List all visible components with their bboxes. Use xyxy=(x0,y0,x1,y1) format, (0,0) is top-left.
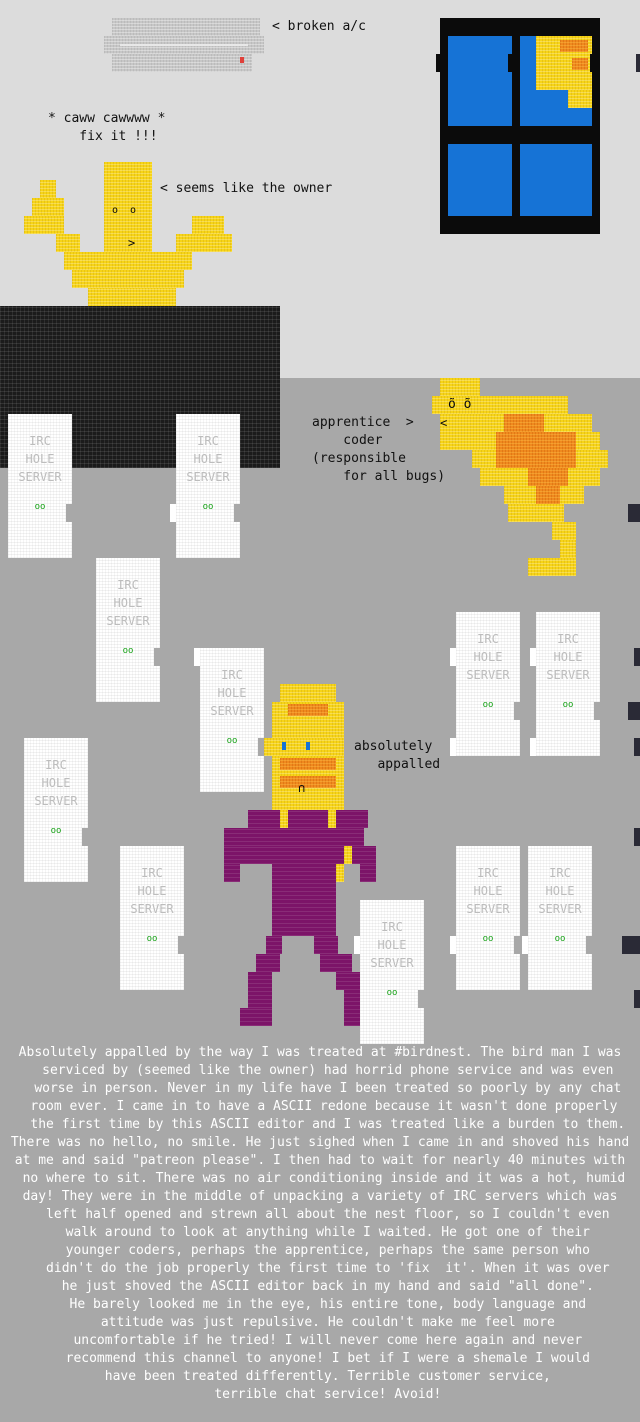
irc-server: IRC HOLE SERVER oo xyxy=(522,846,592,990)
server-led: oo xyxy=(50,826,62,836)
irc-server: IRC HOLE SERVER oo xyxy=(530,612,600,756)
window-pane-bottom-left xyxy=(448,144,512,216)
server-led: oo xyxy=(482,700,494,710)
irc-server: IRC HOLE SERVER oo xyxy=(24,738,88,882)
window-pane-bottom-right xyxy=(520,144,592,216)
owner-label: < seems like the owner xyxy=(160,181,333,196)
customer-mouth: ∩ xyxy=(298,781,306,795)
server-label: IRC HOLE SERVER xyxy=(466,866,510,916)
appalled-label: absolutely appalled xyxy=(354,739,441,772)
irc-server: IRC HOLE SERVER oo xyxy=(450,612,520,756)
apprentice-label: apprentice > coder (responsible for all … xyxy=(312,415,446,484)
irc-server: IRC HOLE SERVER oo xyxy=(170,414,240,558)
server-label: IRC HOLE SERVER xyxy=(370,920,414,970)
server-led: oo xyxy=(34,502,46,512)
server-led: oo xyxy=(122,646,134,656)
customer-eye-right xyxy=(306,742,310,750)
review-text: Absolutely appalled by the way I was tre… xyxy=(10,1045,630,1402)
air-conditioner xyxy=(104,18,264,72)
ac-red-light xyxy=(240,57,244,63)
owner-beak: > xyxy=(128,236,136,250)
irc-server: IRC HOLE SERVER oo xyxy=(354,900,424,1044)
window xyxy=(440,18,600,234)
server-led: oo xyxy=(554,934,566,944)
server-label: IRC HOLE SERVER xyxy=(546,632,590,682)
bird-sound-text: * caww cawwww * fix it !!! xyxy=(48,111,166,144)
server-led: oo xyxy=(482,934,494,944)
owner-eyes: o o xyxy=(112,205,137,216)
server-label: IRC HOLE SERVER xyxy=(538,866,582,916)
server-label: IRC HOLE SERVER xyxy=(106,578,150,628)
server-label: IRC HOLE SERVER xyxy=(186,434,230,484)
window-pane-top-left xyxy=(448,36,512,126)
apprentice-bird: õ õ < xyxy=(432,378,612,578)
server-label: IRC HOLE SERVER xyxy=(18,434,62,484)
apprentice-eyes: õ õ xyxy=(448,397,472,412)
server-led: oo xyxy=(386,988,398,998)
irc-server: IRC HOLE SERVER oo xyxy=(120,846,184,990)
server-led: oo xyxy=(146,934,158,944)
irc-server: IRC HOLE SERVER oo xyxy=(96,558,160,702)
server-label: IRC HOLE SERVER xyxy=(34,758,78,808)
server-label: IRC HOLE SERVER xyxy=(466,632,510,682)
server-label: IRC HOLE SERVER xyxy=(130,866,174,916)
customer-eye-left xyxy=(282,742,286,750)
broken-ac-label: < broken a/c xyxy=(272,19,366,34)
server-led: oo xyxy=(562,700,574,710)
irc-server: IRC HOLE SERVER oo xyxy=(8,414,72,558)
server-led: oo xyxy=(202,502,214,512)
irc-server: IRC HOLE SERVER oo xyxy=(450,846,520,990)
